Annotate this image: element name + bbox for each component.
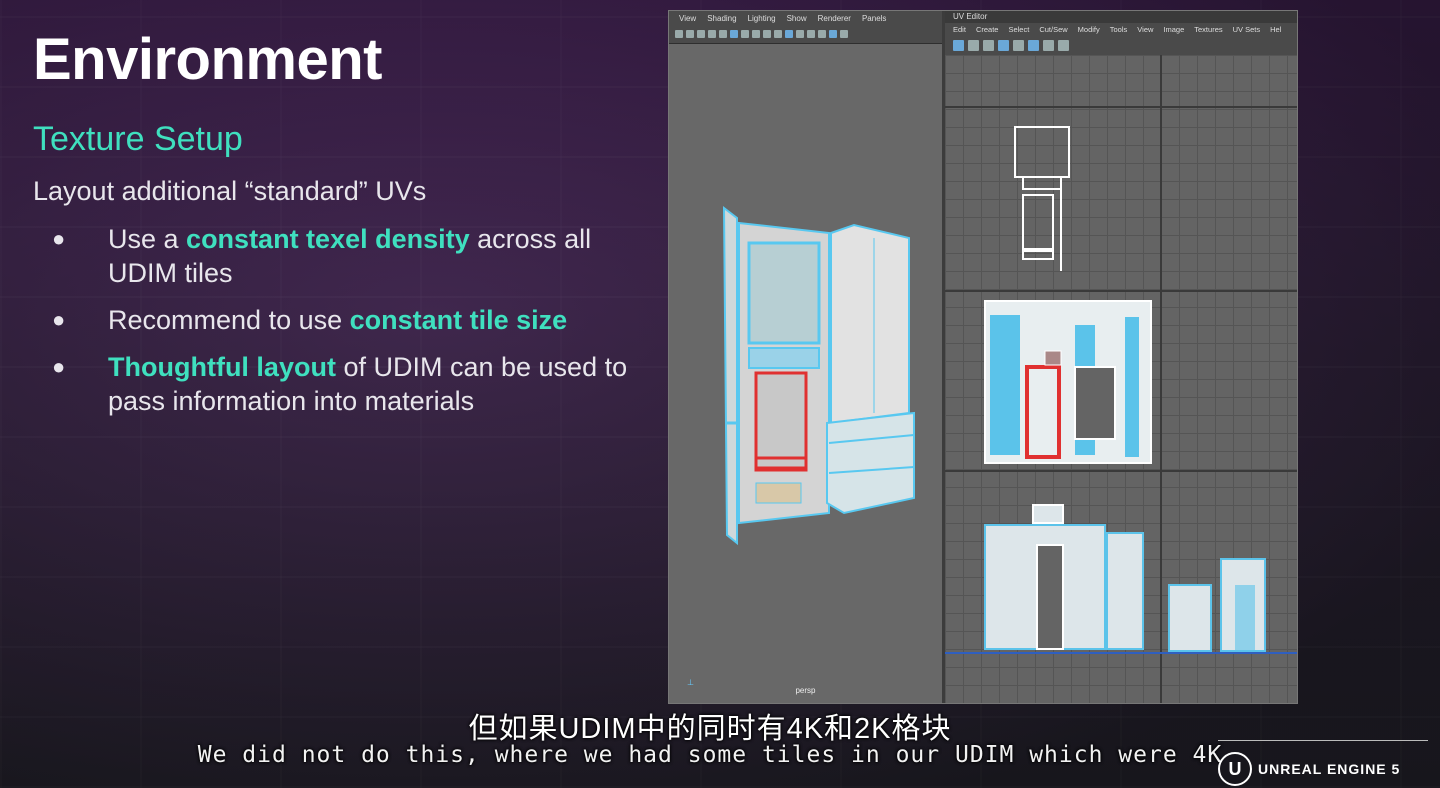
- uv-editor-panel[interactable]: UV Editor Edit Create Select Cut/Sew Mod…: [945, 11, 1297, 703]
- menu-renderer[interactable]: Renderer: [818, 14, 851, 23]
- viewport-menubar: View Shading Lighting Show Renderer Pane…: [669, 11, 942, 25]
- subtitle-english: We did not do this, where we had some ti…: [197, 742, 1223, 768]
- uv-image-icon[interactable]: [1028, 39, 1039, 51]
- frame-icon[interactable]: [807, 30, 815, 38]
- uv-menu-edit[interactable]: Edit: [953, 25, 966, 34]
- settings-icon[interactable]: [840, 30, 848, 38]
- resolution-gate-icon[interactable]: [796, 30, 804, 38]
- uv-menubar: Edit Create Select Cut/Sew Modify Tools …: [945, 23, 1297, 35]
- bullet-text: Recommend to use: [108, 305, 350, 335]
- menu-show[interactable]: Show: [787, 14, 807, 23]
- uv-snapshot-icon[interactable]: [1058, 39, 1069, 51]
- bullet-dot: ●: [52, 226, 66, 251]
- menu-shading[interactable]: Shading: [707, 14, 736, 23]
- shaded-icon[interactable]: [730, 30, 738, 38]
- subtitle-chinese: 但如果UDIM中的同时有4K和2K格块: [468, 713, 952, 745]
- uv-menu-help[interactable]: Hel: [1270, 25, 1281, 34]
- intro-text: Layout additional “standard” UVs: [33, 176, 427, 206]
- uv-shells: [945, 55, 1297, 703]
- xray-icon[interactable]: [785, 30, 793, 38]
- uv-grid[interactable]: [945, 55, 1297, 703]
- uv-menu-view[interactable]: View: [1137, 25, 1153, 34]
- bullet-highlight: Thoughtful layout: [108, 352, 336, 382]
- uv-checker-icon[interactable]: [983, 39, 994, 51]
- camera-icon[interactable]: [675, 30, 683, 38]
- uv-menu-modify[interactable]: Modify: [1078, 25, 1100, 34]
- slide-title: Environment: [33, 27, 383, 92]
- bullet-item: ● Use a constant texel density across all…: [52, 222, 632, 290]
- shadow-icon[interactable]: [763, 30, 771, 38]
- bullet-highlight: constant tile size: [349, 305, 568, 335]
- uv-menu-textures[interactable]: Textures: [1194, 25, 1222, 34]
- camera-label: persp: [795, 686, 816, 695]
- safe-frame-icon[interactable]: [818, 30, 826, 38]
- isolate-icon[interactable]: [774, 30, 782, 38]
- viewport-toolbar: [669, 25, 942, 44]
- unreal-badge-icon: U: [1218, 752, 1252, 786]
- bullet-list: ● Use a constant texel density across all…: [52, 222, 632, 431]
- bullet-item: ● Thoughtful layout of UDIM can be used t…: [52, 350, 632, 418]
- smooth-icon[interactable]: [829, 30, 837, 38]
- grid-icon[interactable]: [708, 30, 716, 38]
- uv-toolbar: [945, 35, 1297, 56]
- bookmark-icon[interactable]: [697, 30, 705, 38]
- light-icon[interactable]: [752, 30, 760, 38]
- uv-menu-tools[interactable]: Tools: [1110, 25, 1128, 34]
- film-icon[interactable]: [686, 30, 694, 38]
- menu-view[interactable]: View: [679, 14, 696, 23]
- bullet-dot: ●: [52, 307, 66, 332]
- unreal-engine-text: UNREAL ENGINE 5: [1258, 761, 1401, 777]
- uv-menu-select[interactable]: Select: [1008, 25, 1029, 34]
- menu-lighting[interactable]: Lighting: [748, 14, 776, 23]
- bullet-highlight: constant texel density: [186, 224, 470, 254]
- bullet-dot: ●: [52, 354, 66, 379]
- unreal-engine-logo: U UNREAL ENGINE 5: [1218, 752, 1400, 786]
- wireframe-icon[interactable]: [719, 30, 727, 38]
- uv-menu-image[interactable]: Image: [1163, 25, 1184, 34]
- uv-editor-title: UV Editor: [945, 11, 1297, 23]
- brand-divider: [1218, 740, 1428, 741]
- texture-icon[interactable]: [741, 30, 749, 38]
- uv-shaded-icon[interactable]: [998, 39, 1009, 51]
- bullet-text: Use a: [108, 224, 187, 254]
- uv-dim-icon[interactable]: [1043, 39, 1054, 51]
- menu-panels[interactable]: Panels: [862, 14, 886, 23]
- uv-menu-create[interactable]: Create: [976, 25, 999, 34]
- uv-distortion-icon[interactable]: [1013, 39, 1024, 51]
- uv-tile-icon[interactable]: [968, 39, 979, 51]
- building-model: [722, 205, 915, 546]
- uv-grid-icon[interactable]: [953, 39, 964, 51]
- uv-menu-cut-sew[interactable]: Cut/Sew: [1039, 25, 1067, 34]
- maya-window: View Shading Lighting Show Renderer Pane…: [668, 10, 1298, 704]
- perspective-viewport[interactable]: View Shading Lighting Show Renderer Pane…: [669, 11, 945, 703]
- bullet-item: ● Recommend to use constant tile size: [52, 303, 632, 337]
- uv-menu-uv-sets[interactable]: UV Sets: [1233, 25, 1261, 34]
- section-title: Texture Setup: [33, 120, 243, 158]
